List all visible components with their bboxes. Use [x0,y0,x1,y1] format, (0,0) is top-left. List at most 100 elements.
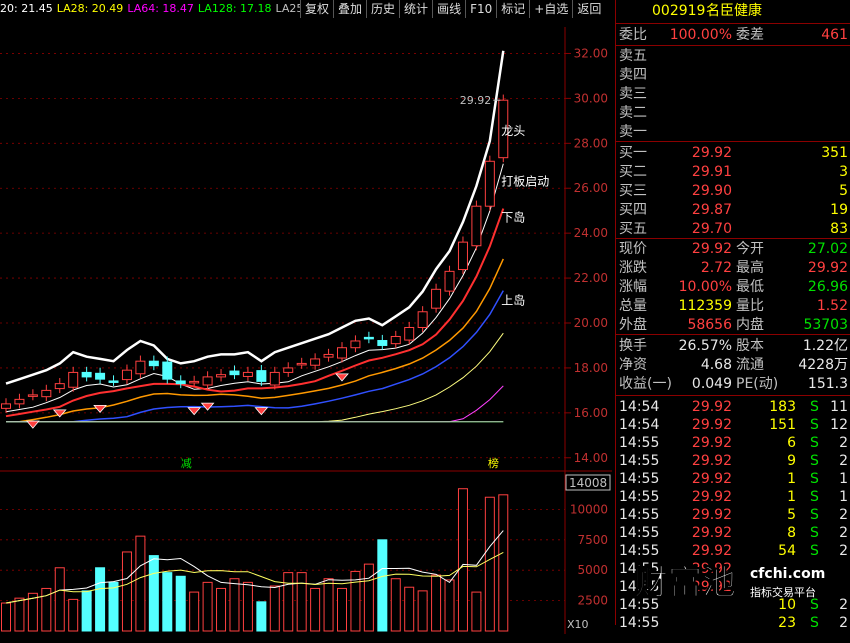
kline-chart[interactable]: 20: 21.45 LA28: 20.49 LA64: 18.47 LA128: 17… [0,0,612,634]
quote-cell: 换手 [619,338,647,354]
toolbar-button[interactable]: 历史 [366,0,399,18]
tick-count: 2 [839,525,848,541]
quote-cell: PE(动) [736,376,779,392]
quote-row: 净资 4.68 流通 4228万 [616,356,850,374]
tick-count: 2 [839,615,848,631]
candle-body [216,374,227,378]
quote-row: 14:55 23 S 2 [616,614,850,632]
chart-svg[interactable]: 32.00 30.00 28.00 26.00 24.00 22.00 20.00 18.00… [0,18,612,643]
quote-row: 涨跌 2.72 最高 29.92 [616,259,850,277]
volume-ma-line [5,551,504,604]
ma-item: LA64: 18.47 [127,2,194,15]
tick-time: 14:55 [619,435,660,451]
stock-header: 002919 名臣健康 [616,2,850,20]
tick-price: 29.92 [691,471,732,487]
stock-code: 002919 [652,3,706,19]
candle-body [68,371,79,388]
chart-toolbar: 复权 叠加 历史 统计 画线 F10 标记 +自选 返回 [300,0,606,18]
tick-volume: 8 [787,525,796,541]
quote-row: 买二 29.91 3 [616,163,850,181]
volume-bar [323,578,334,632]
watermark-slogan: 指标交易平台 [750,585,816,599]
volume-bar [135,535,146,632]
quote-cell: 29.92 [807,260,848,276]
volume-tick-label: 10000 [570,502,608,516]
tick-price: 29.92 [691,525,732,541]
toolbar-button[interactable]: 标记 [496,0,529,18]
volume-bar [269,585,280,632]
price-tick-label: 18.00 [574,361,608,375]
buy-label: 买一 [619,145,647,161]
tick-count: 1 [839,489,848,505]
quote-row: 换手 26.57% 股本 1.22亿 [616,337,850,355]
tick-price: 29.92 [691,417,732,433]
tick-side: S [810,399,819,415]
volume-bar [162,572,173,632]
price-tick-label: 26.00 [574,181,608,195]
quote-row: 现价 29.92 今开 27.02 [616,240,850,258]
price-tick-label: 32.00 [574,46,608,60]
quote-cell: 净资 [619,357,647,373]
quote-row: 买四 29.87 19 [616,201,850,219]
toolbar-button[interactable]: F10 [465,0,496,18]
moving-average-line [6,385,504,423]
quote-cell: 量比 [736,298,764,314]
buy-volume: 19 [830,202,848,218]
quote-row: 14:55 29.92 5 S 2 [616,506,850,524]
buy-label: 买四 [619,202,647,218]
volume-bar [54,567,65,632]
buy-volume: 351 [821,145,848,161]
tick-side: S [810,507,819,523]
quote-row: 14:55 29.92 1 S 1 [616,488,850,506]
envelope-line [5,50,505,385]
tick-volume: 9 [787,453,796,469]
volume-bar [404,586,415,632]
candle-body [444,270,455,292]
weicha-value: 461 [821,27,848,43]
candle-body [242,371,253,377]
tick-count: 12 [830,417,848,433]
tick-time: 14:55 [619,615,660,631]
quote-row: 14:55 29.92 9 S 2 [616,452,850,470]
volume-bar [189,591,200,632]
tick-time: 14:55 [619,507,660,523]
tick-count: 1 [839,471,848,487]
price-tick-label: 20.00 [574,316,608,330]
sell-label: 卖一 [619,124,647,140]
tick-side: S [810,453,819,469]
toolbar-button[interactable]: +自选 [529,0,572,18]
quote-cell: 26.57% [678,338,732,354]
quote-cell: 股本 [736,338,764,354]
candle-body [296,362,307,366]
toolbar-button[interactable]: 画线 [432,0,465,18]
candle-body [337,347,347,359]
toolbar-button[interactable]: 叠加 [333,0,366,18]
candle-body [457,241,468,271]
quote-row: 卖四 [616,66,850,84]
volume-bar [121,551,132,632]
quote-cell: 2.72 [700,260,732,276]
volume-box-label: 14008 [569,476,607,490]
weibi-value: 100.00% [669,27,732,43]
volume-bar [498,494,509,632]
tick-price: 29.92 [691,435,732,451]
toolbar-button[interactable]: 复权 [300,0,333,18]
tick-side: S [810,435,819,451]
quote-cell: 涨跌 [619,260,647,276]
quote-row: 总量 112359 量比 1.52 [616,297,850,315]
candle-body [189,380,200,384]
candle-body [175,380,186,385]
quote-cell: 58656 [687,317,732,333]
price-tick-label: 28.00 [574,136,608,150]
tick-volume: 23 [778,615,796,631]
quote-cell: 今开 [736,241,764,257]
candle-body [350,340,361,349]
sell-label: 卖三 [619,86,647,102]
candle-body [148,360,159,367]
toolbar-button[interactable]: 返回 [572,0,605,18]
candle-body [283,367,294,373]
toolbar-button[interactable]: 统计 [399,0,432,18]
watermark-brand: 财富池 [634,563,736,603]
tick-price: 29.92 [691,453,732,469]
quote-cell: 现价 [619,241,647,257]
